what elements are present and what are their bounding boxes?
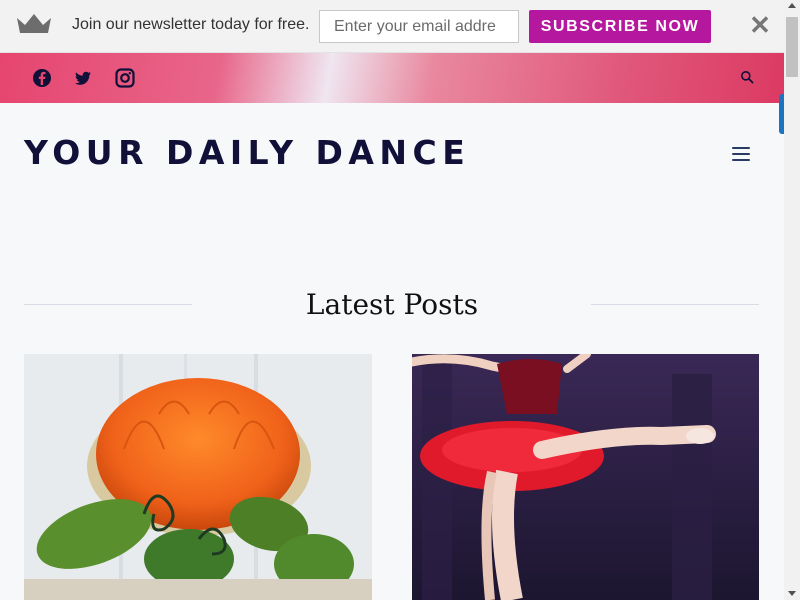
newsletter-bar: Join our newsletter today for free. SUBS… [0, 0, 784, 53]
scroll-down-arrow-icon[interactable] [788, 591, 796, 596]
scroll-up-arrow-icon[interactable] [788, 3, 796, 8]
facebook-icon[interactable] [32, 68, 52, 88]
instagram-icon[interactable] [115, 68, 135, 88]
hamburger-menu-icon[interactable] [732, 147, 750, 161]
vertical-scrollbar[interactable] [784, 0, 800, 600]
post-image-pumpkin-hat[interactable] [24, 354, 372, 600]
scroll-thumb[interactable] [786, 17, 798, 77]
site-title[interactable]: YOUR DAILY DANCE [24, 133, 470, 172]
side-tab[interactable] [779, 94, 784, 134]
crown-icon [17, 14, 51, 33]
social-bar [0, 53, 784, 103]
email-input[interactable] [319, 10, 519, 43]
divider-right [591, 304, 759, 305]
post-image-ballerina[interactable] [412, 354, 759, 600]
twitter-icon[interactable] [73, 68, 93, 88]
newsletter-text: Join our newsletter today for free. [72, 16, 310, 33]
subscribe-button[interactable]: SUBSCRIBE NOW [529, 10, 711, 43]
close-icon[interactable]: ✕ [748, 12, 772, 38]
search-icon[interactable] [740, 70, 754, 84]
